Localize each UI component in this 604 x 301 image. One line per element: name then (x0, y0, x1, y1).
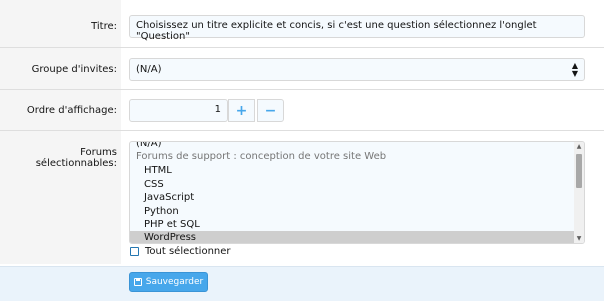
guest-group-select[interactable]: (N/A) ▲ ▼ (129, 58, 585, 81)
forums-label: Forums sélectionnables: (35, 147, 117, 169)
title-label: Titre: (91, 21, 117, 32)
row-divider (0, 47, 604, 48)
guest-group-label: Groupe d'invites: (31, 64, 117, 75)
form-footer (0, 266, 604, 301)
display-order-label: Ordre d'affichage: (26, 105, 117, 116)
title-input[interactable]: Choisissez un titre explicite et concis,… (129, 15, 585, 42)
forum-option-html[interactable]: HTML (130, 164, 575, 177)
save-icon (133, 278, 142, 286)
forum-option-python[interactable]: Python (130, 205, 575, 218)
forum-option-php-sql[interactable]: PHP et SQL (130, 218, 575, 231)
row-divider (0, 130, 604, 131)
scroll-down-icon[interactable]: ▼ (574, 235, 584, 242)
row-divider (0, 89, 604, 90)
forum-option-css[interactable]: CSS (130, 178, 575, 191)
scrollbar-thumb[interactable] (576, 154, 582, 188)
select-all-label[interactable]: Tout sélectionner (145, 246, 231, 257)
label-column (0, 0, 121, 264)
forum-option-wordpress[interactable]: WordPress (130, 231, 575, 243)
forum-option-javascript[interactable]: JavaScript (130, 191, 575, 204)
forum-option-none[interactable]: (N/A) (130, 142, 575, 150)
increment-button[interactable]: + (228, 99, 255, 122)
save-button-label: Sauvegarder (145, 277, 204, 287)
forum-group-support[interactable]: Forums de support : conception de votre … (130, 150, 575, 163)
select-all-checkbox[interactable] (130, 247, 139, 256)
guest-group-value: (N/A) (136, 64, 162, 75)
forums-listbox[interactable]: (N/A) Forums de support : conception de … (129, 141, 585, 244)
save-button[interactable]: Sauvegarder (129, 272, 208, 292)
listbox-scrollbar[interactable]: ▲ ▼ (574, 142, 584, 243)
sort-arrows-icon: ▲ ▼ (571, 60, 578, 78)
scroll-up-icon[interactable]: ▲ (574, 143, 584, 150)
display-order-input[interactable]: 1 (129, 99, 228, 122)
select-all-control[interactable]: Tout sélectionner (130, 246, 231, 257)
decrement-button[interactable]: − (257, 99, 284, 122)
